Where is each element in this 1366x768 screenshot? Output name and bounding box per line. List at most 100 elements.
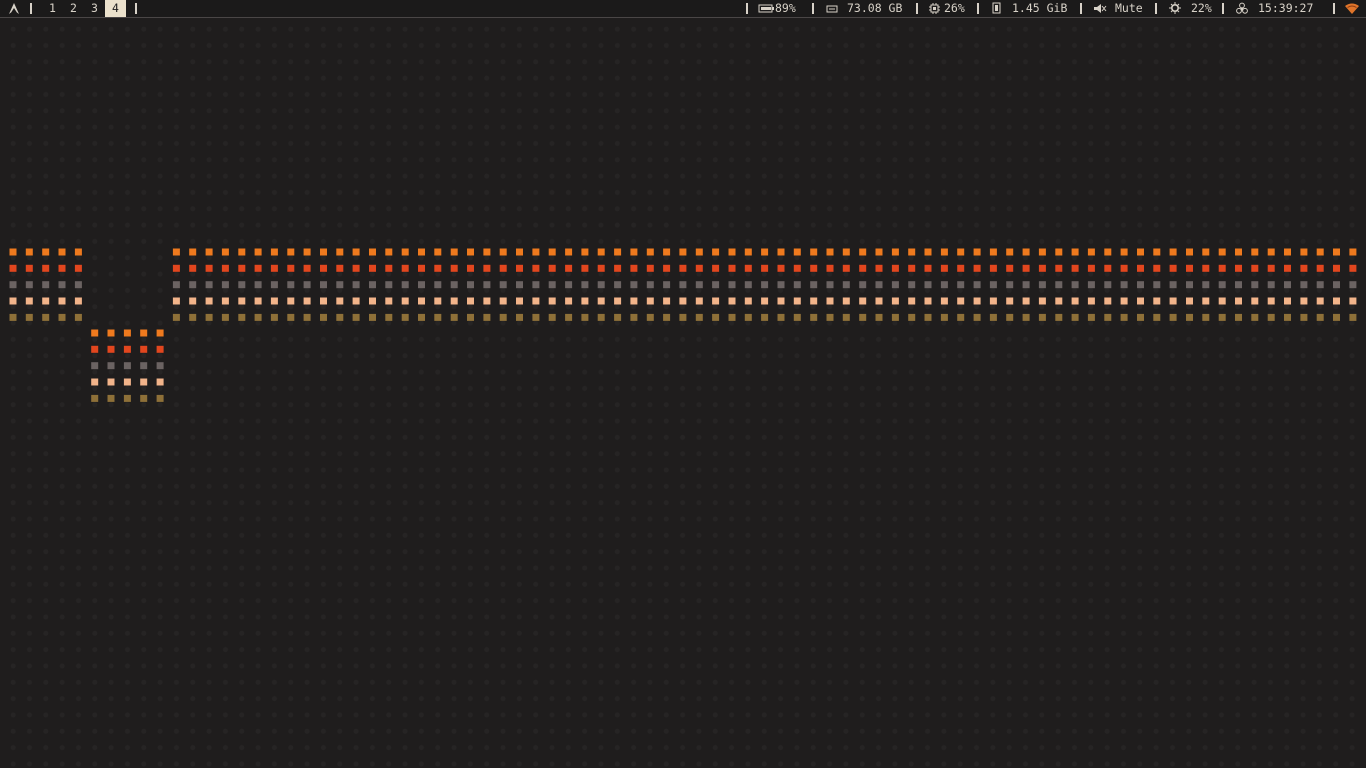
wallpaper-square — [548, 281, 556, 289]
wallpaper-square — [483, 248, 491, 256]
wallpaper-square — [1202, 248, 1210, 256]
wallpaper-square — [516, 297, 523, 305]
wallpaper-square — [663, 297, 671, 305]
wallpaper-square — [1251, 297, 1259, 305]
wallpaper-square — [1071, 264, 1079, 272]
wallpaper-square — [499, 313, 507, 321]
wallpaper-square — [1169, 264, 1177, 272]
wallpaper-square — [712, 281, 720, 289]
wallpaper-square — [483, 313, 491, 321]
wallpaper-square — [172, 281, 180, 289]
wallpaper-square — [172, 248, 180, 256]
wallpaper-square — [614, 313, 622, 321]
wallpaper-square — [172, 264, 180, 272]
wallpaper-square — [483, 297, 491, 305]
wallpaper-square — [614, 248, 622, 256]
wallpaper-square — [679, 248, 687, 256]
wallpaper-square — [581, 264, 589, 272]
wallpaper-square — [891, 248, 899, 256]
wallpaper-square — [1218, 281, 1226, 289]
wallpaper-square — [1153, 248, 1161, 256]
wallpaper-square — [548, 264, 556, 272]
wallpaper-square — [1267, 281, 1275, 289]
wallpaper-square — [1300, 264, 1308, 272]
wallpaper-square — [320, 248, 327, 256]
wallpaper-square — [401, 264, 409, 272]
wallpaper-square — [1333, 248, 1340, 256]
wallpaper-square — [91, 394, 99, 402]
wallpaper-square — [434, 313, 442, 321]
wallpaper-square — [140, 362, 148, 370]
wallpaper-square — [1251, 313, 1259, 321]
wallpaper-square — [663, 281, 671, 289]
wallpaper-square — [418, 248, 425, 256]
wallpaper-square — [663, 248, 671, 256]
wallpaper-square — [679, 281, 687, 289]
wallpaper-square — [156, 394, 164, 402]
wallpaper-square — [875, 281, 883, 289]
wallpaper-square — [744, 264, 752, 272]
wallpaper-square — [826, 281, 834, 289]
wallpaper-square — [565, 281, 573, 289]
wallpaper-square — [1120, 313, 1128, 321]
wallpaper-square — [630, 248, 638, 256]
wallpaper-square — [1137, 313, 1144, 321]
wallpaper-square — [777, 297, 785, 305]
wallpaper-square — [597, 264, 605, 272]
wallpaper-square — [1218, 264, 1226, 272]
wallpaper-square — [270, 313, 278, 321]
wallpaper-square — [1038, 264, 1046, 272]
wallpaper-square — [385, 297, 393, 305]
wallpaper-square — [1202, 264, 1210, 272]
wallpaper-square — [58, 281, 66, 289]
wallpaper-square — [1071, 313, 1079, 321]
wallpaper-square — [859, 313, 867, 321]
wallpaper-square — [957, 264, 965, 272]
wallpaper-square — [810, 297, 818, 305]
wallpaper-square — [1284, 264, 1291, 272]
wallpaper-square — [303, 264, 311, 272]
wallpaper-square — [1087, 281, 1095, 289]
wallpaper-square — [875, 313, 883, 321]
wallpaper-square — [924, 297, 932, 305]
wallpaper-square — [91, 378, 99, 386]
wallpaper-square — [1153, 297, 1161, 305]
wallpaper-square — [499, 264, 507, 272]
wallpaper-square — [842, 297, 850, 305]
wallpaper-square — [1349, 297, 1357, 305]
wallpaper-square — [1218, 248, 1226, 256]
wallpaper-square — [973, 297, 981, 305]
wallpaper-square — [1186, 297, 1193, 305]
wallpaper-square — [1104, 248, 1112, 256]
wallpaper-square — [369, 248, 376, 256]
wallpaper-square — [1169, 297, 1177, 305]
wallpaper-square — [434, 248, 442, 256]
wallpaper-square — [434, 264, 442, 272]
wallpaper-square — [712, 248, 720, 256]
wallpaper-square — [597, 313, 605, 321]
wallpaper-square — [450, 281, 458, 289]
wallpaper-square — [156, 329, 164, 337]
wallpaper-square — [1235, 248, 1242, 256]
wallpaper-square — [973, 281, 981, 289]
wallpaper-square — [467, 264, 474, 272]
wallpaper-square — [940, 313, 948, 321]
wallpaper-square — [418, 313, 425, 321]
wallpaper-square — [1186, 264, 1193, 272]
wallpaper-square — [91, 362, 99, 370]
wallpaper-square — [74, 297, 82, 305]
wallpaper-square — [1316, 281, 1324, 289]
wallpaper-square — [369, 313, 376, 321]
wallpaper-square — [1300, 281, 1308, 289]
wallpaper-square — [107, 345, 115, 353]
wallpaper-square — [9, 297, 17, 305]
wallpaper-square — [548, 248, 556, 256]
wallpaper-square — [630, 264, 638, 272]
wallpaper-square — [1218, 313, 1226, 321]
wallpaper-square — [908, 248, 916, 256]
wallpaper-square — [221, 281, 229, 289]
wallpaper-square — [238, 264, 246, 272]
wallpaper-square — [107, 394, 115, 402]
wallpaper-square — [221, 297, 229, 305]
wallpaper-square — [842, 281, 850, 289]
